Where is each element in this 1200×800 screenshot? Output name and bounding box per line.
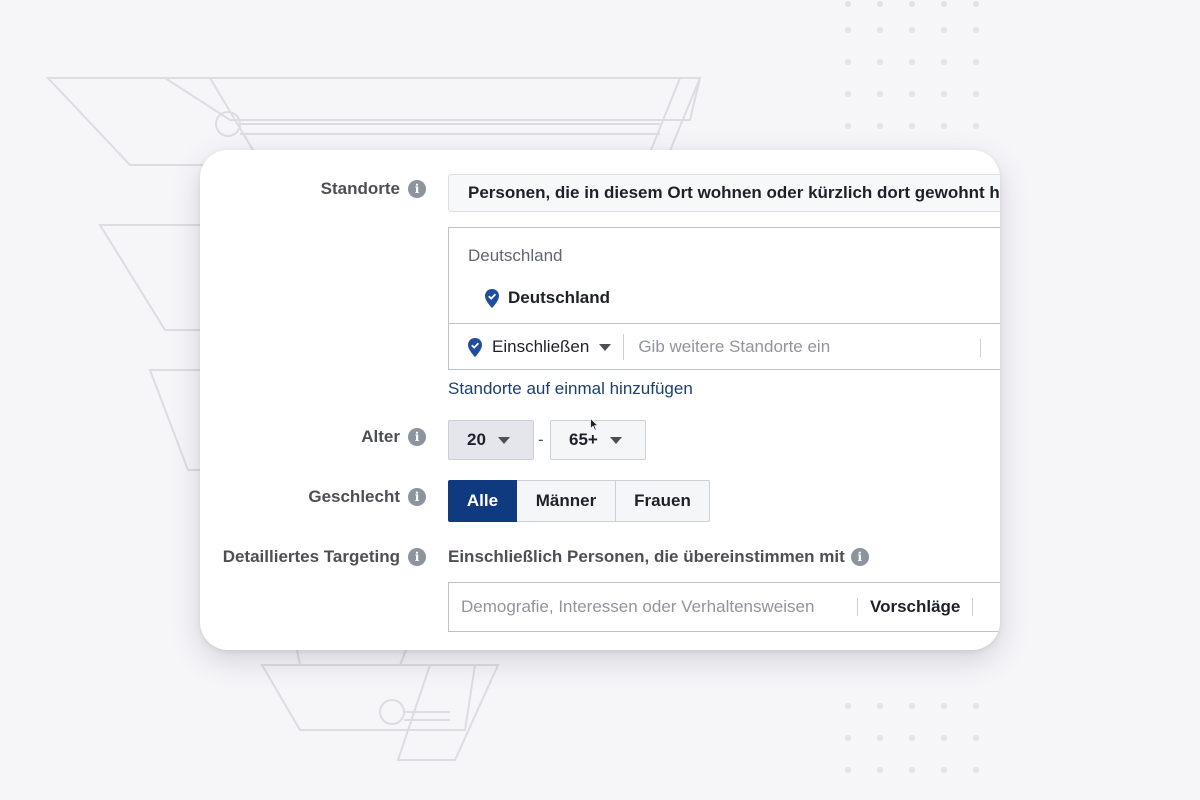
info-icon[interactable]: i (408, 548, 426, 566)
age-range-separator: - (538, 430, 544, 449)
age-min-value: 20 (467, 430, 486, 449)
divider (972, 598, 974, 616)
location-group-header: Deutschland (468, 246, 563, 265)
selected-location-label: Deutschland (508, 288, 611, 307)
targeting-input-box: Vorschläge (448, 582, 1000, 632)
targeting-label: Detailliertes Targeting (222, 547, 400, 566)
location-pin-icon (468, 337, 482, 357)
gender-women-button[interactable]: Frauen (616, 480, 710, 522)
location-type-dropdown[interactable]: Personen, die in diesem Ort wohnen oder … (448, 174, 1000, 212)
gender-segmented-control: Alle Männer Frauen (448, 480, 710, 522)
chevron-down-icon (609, 436, 622, 444)
targeting-sublabel-group: Einschließlich Personen, die übereinstim… (448, 547, 869, 567)
gender-label: Geschlecht (308, 487, 400, 506)
mouse-cursor-icon (590, 418, 599, 431)
info-icon[interactable]: i (408, 180, 426, 198)
locations-label: Standorte (320, 179, 400, 198)
bulk-add-locations-link[interactable]: Standorte auf einmal hinzufügen (448, 379, 693, 399)
gender-men-button[interactable]: Männer (517, 480, 616, 522)
include-dropdown[interactable]: Einschließen (449, 334, 625, 360)
location-pin-icon (485, 288, 499, 308)
stage: Standorte i Personen, die in diesem Ort … (0, 0, 1200, 800)
targeting-label-group: Detailliertes Targeting i (223, 547, 426, 567)
targeting-search-input[interactable] (449, 596, 857, 618)
age-label-group: Alter i (361, 427, 426, 447)
chevron-down-icon (599, 343, 612, 351)
info-icon[interactable]: i (408, 488, 426, 506)
info-icon[interactable]: i (408, 428, 426, 446)
suggestions-button[interactable]: Vorschläge (858, 597, 972, 617)
divider (980, 339, 981, 357)
targeting-card: Standorte i Personen, die in diesem Ort … (200, 150, 1000, 650)
selected-location-item[interactable]: Deutschland (485, 288, 610, 308)
location-input-row: Einschließen (449, 323, 1000, 370)
location-search-input[interactable] (624, 336, 961, 358)
location-box: Deutschland Deutschland Einschließen (448, 227, 1000, 370)
age-max-value: 65+ (569, 430, 598, 449)
chevron-down-icon (497, 436, 510, 444)
include-dropdown-label: Einschließen (492, 337, 590, 356)
gender-all-button[interactable]: Alle (448, 480, 517, 522)
info-icon[interactable]: i (850, 548, 869, 566)
gender-label-group: Geschlecht i (308, 487, 426, 507)
locations-label-group: Standorte i (321, 179, 426, 199)
location-type-value: Personen, die in diesem Ort wohnen oder … (468, 183, 1000, 202)
targeting-sublabel: Einschließlich Personen, die übereinstim… (448, 547, 845, 566)
age-label: Alter (361, 427, 400, 446)
age-min-dropdown[interactable]: 20 (448, 420, 534, 460)
